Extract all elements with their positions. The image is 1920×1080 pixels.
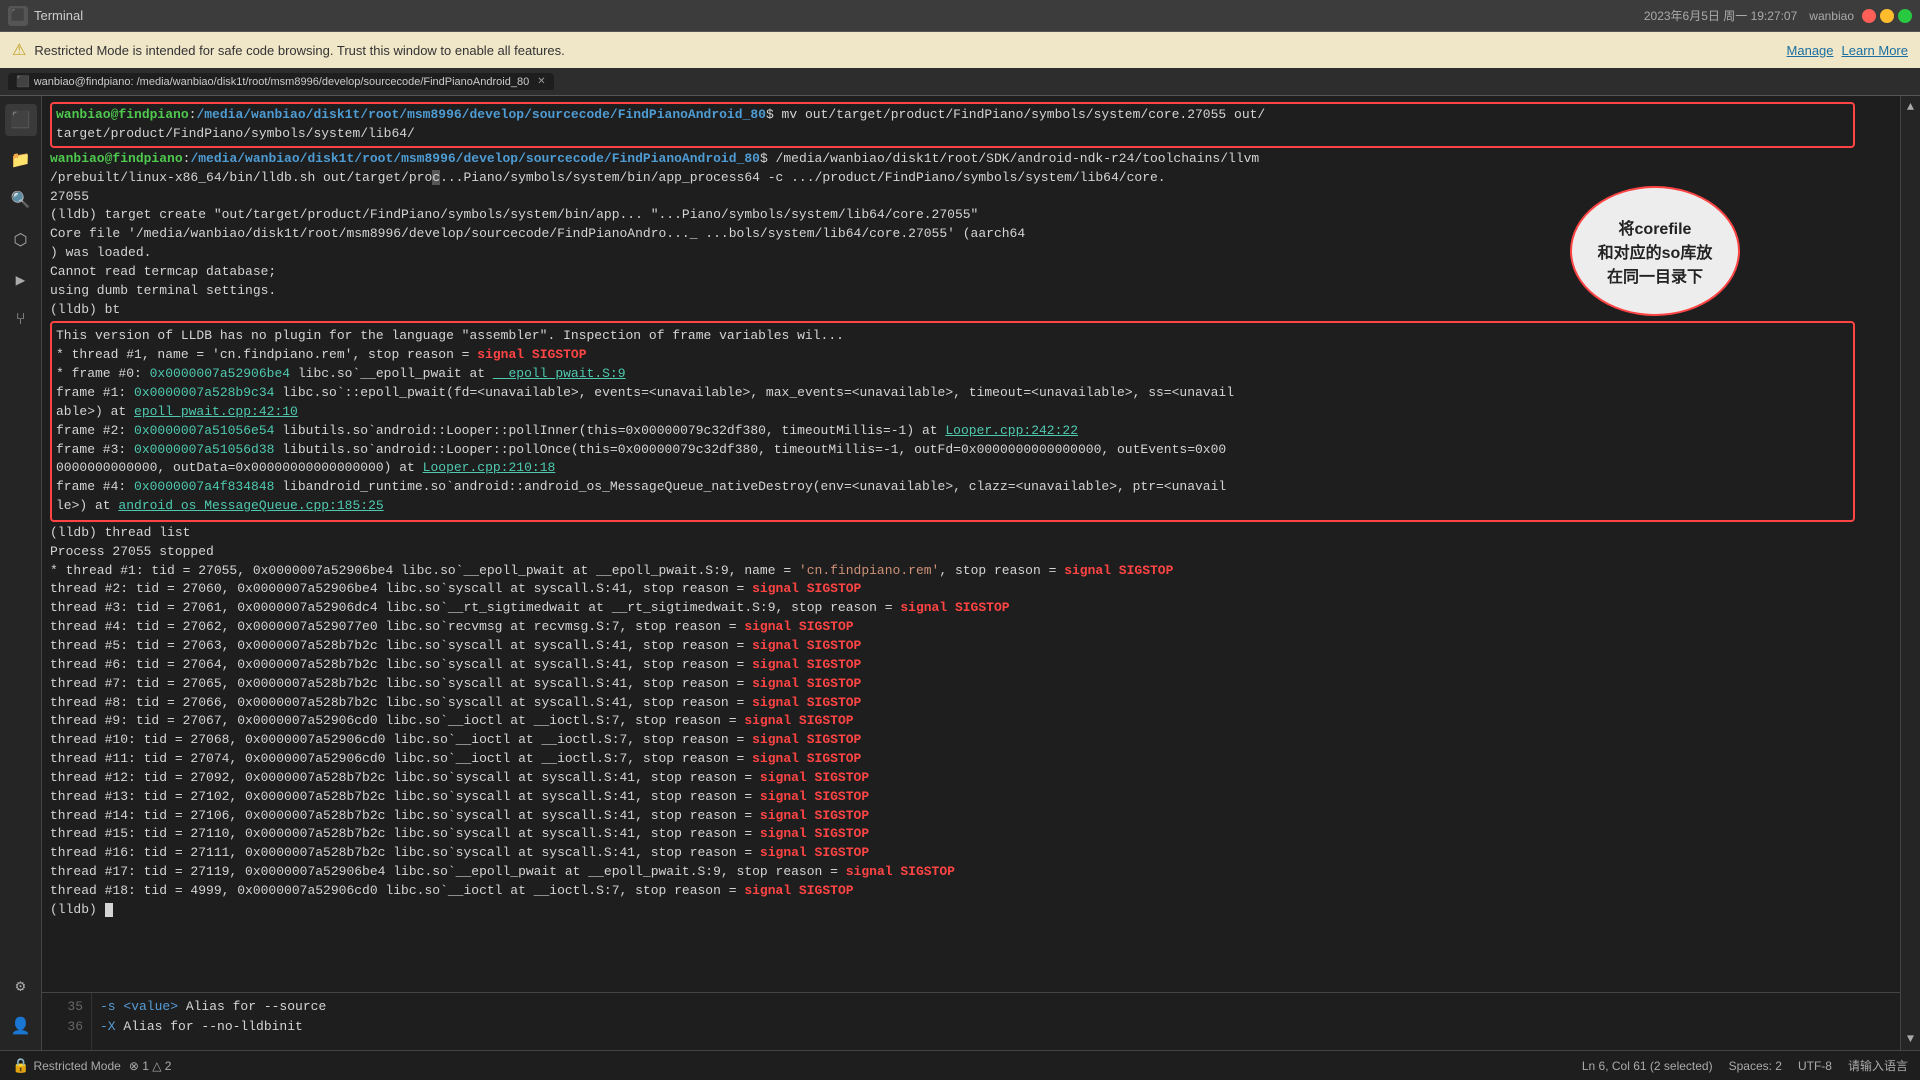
warning-icon: ⚠ [12, 40, 26, 60]
terminal-icon: ⬛ [8, 6, 28, 26]
term-line-32: thread #9: tid = 27067, 0x0000007a52906c… [50, 712, 1892, 731]
mini-editor: 35 36 -s <value> Alias for --source -X A… [42, 992, 1900, 1050]
term-line-31: thread #8: tid = 27066, 0x0000007a528b7b… [50, 694, 1892, 713]
sidebar-icon-terminal[interactable]: ⬛ [5, 104, 37, 136]
language-indicator: 请输入语言 [1848, 1057, 1908, 1074]
term-line-17: frame #2: 0x0000007a51056e54 libutils.so… [56, 422, 1849, 441]
term-line-13: * thread #1, name = 'cn.findpiano.rem', … [56, 346, 1849, 365]
sidebar: ⬛ 📁 🔍 ⬡ ▶ ⑂ ⚙ 👤 [0, 96, 42, 1050]
mini-code-content[interactable]: -s <value> Alias for --source -X Alias f… [92, 993, 1900, 1050]
manage-link[interactable]: Manage [1787, 43, 1834, 58]
term-line-38: thread #15: tid = 27110, 0x0000007a528b7… [50, 825, 1892, 844]
annotation-bubble: 将corefile 和对应的so库放 在同一目录下 [1570, 186, 1740, 316]
highlighted-block-1: wanbiao@findpiano:/media/wanbiao/disk1t/… [50, 102, 1855, 148]
restricted-mode-label: Restricted Mode [33, 1059, 120, 1073]
terminal-tab-icon: ⬛ [16, 75, 30, 88]
title-bar-left: ⬛ Terminal [8, 6, 83, 26]
datetime-display: 2023年6月5日 周一 19:27:07 [1644, 7, 1797, 24]
window-controls[interactable] [1862, 9, 1912, 23]
line-numbers: 35 36 [42, 993, 92, 1050]
terminal-cursor [105, 903, 113, 917]
title-bar: ⬛ Terminal 2023年6月5日 周一 19:27:07 wanbiao [0, 0, 1920, 32]
line-number-36: 36 [50, 1017, 83, 1037]
term-line-34: thread #11: tid = 27074, 0x0000007a52906… [50, 750, 1892, 769]
sidebar-icon-git[interactable]: ⑂ [5, 304, 37, 336]
sidebar-icon-settings[interactable]: ⚙ [5, 970, 37, 1002]
minimize-button[interactable] [1880, 9, 1894, 23]
term-line-2: target/product/FindPiano/symbols/system/… [56, 125, 1849, 144]
highlighted-block-2: This version of LLDB has no plugin for t… [50, 321, 1855, 521]
terminal-area[interactable]: wanbiao@findpiano:/media/wanbiao/disk1t/… [42, 96, 1900, 1050]
cursor-position: Ln 6, Col 61 (2 selected) [1582, 1059, 1713, 1073]
terminal-tab[interactable]: ⬛ wanbiao@findpiano: /media/wanbiao/disk… [8, 73, 554, 90]
term-line-41: thread #18: tid = 4999, 0x0000007a52906c… [50, 882, 1892, 901]
sidebar-icon-debug[interactable]: ▶ [5, 264, 37, 296]
term-line-1: wanbiao@findpiano:/media/wanbiao/disk1t/… [56, 106, 1849, 125]
term-line-33: thread #10: tid = 27068, 0x0000007a52906… [50, 731, 1892, 750]
sidebar-icon-account[interactable]: 👤 [5, 1010, 37, 1042]
term-line-35: thread #12: tid = 27092, 0x0000007a528b7… [50, 769, 1892, 788]
term-line-26: thread #3: tid = 27061, 0x0000007a52906d… [50, 599, 1892, 618]
close-button[interactable] [1862, 9, 1876, 23]
status-left: 🔒 Restricted Mode ⊗ 1 △ 2 [12, 1057, 171, 1074]
term-line-15: frame #1: 0x0000007a528b9c34 libc.so`::e… [56, 384, 1849, 403]
spaces-indicator: Spaces: 2 [1729, 1059, 1782, 1073]
term-line-37: thread #14: tid = 27106, 0x0000007a528b7… [50, 807, 1892, 826]
sidebar-icon-extensions[interactable]: ⬡ [5, 224, 37, 256]
main-layout: ⬛ 📁 🔍 ⬡ ▶ ⑂ ⚙ 👤 wanbiao@findpiano:/media… [0, 96, 1920, 1050]
annotation-text: 将corefile 和对应的so库放 在同一目录下 [1598, 215, 1713, 287]
restricted-mode-badge[interactable]: 🔒 Restricted Mode [12, 1057, 121, 1074]
terminal-tab-label: wanbiao@findpiano: /media/wanbiao/disk1t… [34, 76, 529, 88]
term-line-36: thread #13: tid = 27102, 0x0000007a528b7… [50, 788, 1892, 807]
title-bar-right: 2023年6月5日 周一 19:27:07 wanbiao [1644, 7, 1854, 24]
term-line-28: thread #5: tid = 27063, 0x0000007a528b7b… [50, 637, 1892, 656]
window-title: Terminal [34, 8, 83, 23]
term-line-22: (lldb) thread list [50, 524, 1892, 543]
term-line-40: thread #17: tid = 27119, 0x0000007a52906… [50, 863, 1892, 882]
mini-code-line-2: -X Alias for --no-lldbinit [100, 1017, 1892, 1037]
term-line-30: thread #7: tid = 27065, 0x0000007a528b7b… [50, 675, 1892, 694]
term-line-19: 0000000000000, outData=0x000000000000000… [56, 459, 1849, 478]
term-line-21: le>) at android_os_MessageQueue.cpp:185:… [56, 497, 1849, 516]
term-line-25: thread #2: tid = 27060, 0x0000007a52906b… [50, 580, 1892, 599]
right-panel: ▲ ▼ [1900, 96, 1920, 1050]
tab-bar: ⬛ wanbiao@findpiano: /media/wanbiao/disk… [0, 68, 1920, 96]
term-line-39: thread #16: tid = 27111, 0x0000007a528b7… [50, 844, 1892, 863]
term-line-18: frame #3: 0x0000007a51056d38 libutils.so… [56, 441, 1849, 460]
term-line-14: * frame #0: 0x0000007a52906be4 libc.so`_… [56, 365, 1849, 384]
line-number-35: 35 [50, 997, 83, 1017]
term-line-12: This version of LLDB has no plugin for t… [56, 327, 1849, 346]
maximize-button[interactable] [1898, 9, 1912, 23]
encoding-indicator: UTF-8 [1798, 1059, 1832, 1073]
warnings-badge: ⊗ 1 △ 2 [129, 1059, 172, 1073]
term-line-4: /prebuilt/linux-x86_64/bin/lldb.sh out/t… [50, 169, 1892, 188]
term-line-16: able>) at epoll_pwait.cpp:42:10 [56, 403, 1849, 422]
mini-code-line-1: -s <value> Alias for --source [100, 997, 1892, 1017]
scroll-up-button[interactable]: ▲ [1907, 100, 1914, 114]
scroll-down-button[interactable]: ▼ [1907, 1032, 1914, 1046]
sidebar-icon-search[interactable]: 🔍 [5, 184, 37, 216]
term-line-27: thread #4: tid = 27062, 0x0000007a529077… [50, 618, 1892, 637]
term-line-24: * thread #1: tid = 27055, 0x0000007a5290… [50, 562, 1892, 581]
sidebar-icon-files[interactable]: 📁 [5, 144, 37, 176]
term-line-29: thread #6: tid = 27064, 0x0000007a528b7b… [50, 656, 1892, 675]
term-line-3: wanbiao@findpiano:/media/wanbiao/disk1t/… [50, 150, 1892, 169]
lock-icon: 🔒 [12, 1057, 29, 1074]
term-line-20: frame #4: 0x0000007a4f834848 libandroid_… [56, 478, 1849, 497]
status-bar: 🔒 Restricted Mode ⊗ 1 △ 2 Ln 6, Col 61 (… [0, 1050, 1920, 1080]
learn-more-link[interactable]: Learn More [1842, 43, 1908, 58]
term-line-42: (lldb) [50, 901, 1892, 920]
term-line-23: Process 27055 stopped [50, 543, 1892, 562]
username-display: wanbiao [1809, 9, 1854, 23]
restricted-mode-banner: ⚠ Restricted Mode is intended for safe c… [0, 32, 1920, 68]
banner-text: Restricted Mode is intended for safe cod… [34, 43, 1778, 58]
status-right: Ln 6, Col 61 (2 selected) Spaces: 2 UTF-… [1582, 1057, 1908, 1074]
close-tab-button[interactable]: ✕ [537, 76, 545, 87]
